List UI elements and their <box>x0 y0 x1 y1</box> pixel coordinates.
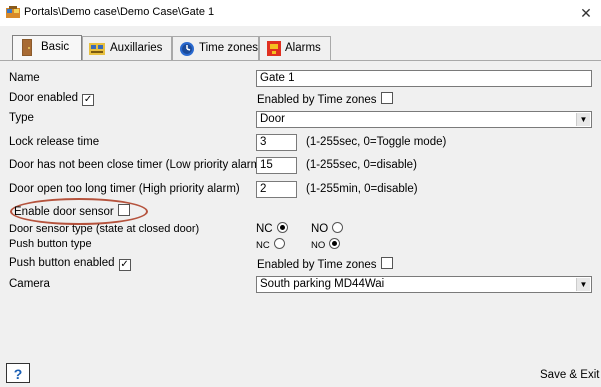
lock-release-hint: (1-255sec, 0=Toggle mode) <box>306 136 447 148</box>
tab-label: Alarms <box>285 42 321 54</box>
door-enabled-label: Door enabled <box>9 92 79 104</box>
door-close-timer-input[interactable]: 15 <box>256 157 297 174</box>
door-open-timer-label: Door open too long timer (High priority … <box>9 183 240 195</box>
chevron-down-icon[interactable]: ▼ <box>576 113 590 126</box>
sensor-type-nc[interactable]: NC <box>256 222 288 235</box>
lock-release-input[interactable]: 3 <box>256 134 297 151</box>
auxillaries-icon <box>89 43 105 55</box>
alarm-icon <box>267 41 281 56</box>
tab-auxillaries[interactable]: Auxillaries <box>82 36 172 60</box>
clock-icon <box>180 42 194 56</box>
tab-time-zones[interactable]: Time zones <box>172 36 259 60</box>
door-enabled-checkbox[interactable]: ✓ <box>82 94 95 106</box>
tab-basic[interactable]: Basic <box>12 35 82 61</box>
enabled-by-tz-checkbox[interactable] <box>380 92 393 104</box>
door-icon <box>22 39 32 56</box>
sensor-nc-label: NC <box>256 223 273 235</box>
door-sensor-row: Enable door sensor <box>14 204 130 218</box>
door-close-timer-label: Door has not been close timer (Low prior… <box>9 159 265 171</box>
push-no-radio[interactable] <box>329 238 341 249</box>
enabled-by-tz-row: Enabled by Time zones <box>257 92 393 106</box>
door-close-timer-hint: (1-255sec, 0=disable) <box>306 159 417 171</box>
type-value: Door <box>260 113 285 125</box>
window-title: Portals\Demo case\Demo Case\Gate 1 <box>24 6 215 18</box>
main-panel: Basic Auxillaries Time zones Alarms Name… <box>0 26 601 387</box>
door-open-timer-hint: (1-255min, 0=disable) <box>306 183 418 195</box>
push-nc-radio[interactable] <box>273 238 285 249</box>
push-type-no[interactable]: NO <box>311 238 341 251</box>
push-enabled-by-tz-row: Enabled by Time zones <box>257 257 393 271</box>
push-no-label: NO <box>311 240 326 251</box>
name-label: Name <box>9 72 40 84</box>
sensor-type-no[interactable]: NO <box>311 222 344 235</box>
push-enabled-by-tz-label: Enabled by Time zones <box>257 259 377 271</box>
app-icon <box>6 6 20 18</box>
tab-alarms[interactable]: Alarms <box>259 36 331 60</box>
push-enabled-label: Push button enabled <box>9 257 115 269</box>
camera-label: Camera <box>9 278 50 290</box>
title-bar: Portals\Demo case\Demo Case\Gate 1 ✕ <box>0 0 601 26</box>
push-enabled-checkbox[interactable]: ✓ <box>118 259 131 271</box>
door-enabled-row: Door enabled ✓ <box>9 92 95 106</box>
enabled-by-tz-label: Enabled by Time zones <box>257 94 377 106</box>
push-enabled-by-tz-checkbox[interactable] <box>380 257 393 269</box>
lock-release-label: Lock release time <box>9 136 100 148</box>
camera-select[interactable]: South parking MD44Wai ▼ <box>256 276 592 293</box>
push-enabled-row: Push button enabled ✓ <box>9 257 131 271</box>
sensor-type-label: Door sensor type (state at closed door) <box>9 223 200 235</box>
name-input[interactable]: Gate 1 <box>256 70 592 87</box>
push-nc-label: NC <box>256 240 270 251</box>
help-button[interactable]: ? <box>6 363 30 383</box>
save-exit-button[interactable]: Save & Exit <box>540 369 599 381</box>
tab-label: Time zones <box>199 42 259 54</box>
tab-label: Auxillaries <box>110 42 163 54</box>
push-type-nc[interactable]: NC <box>256 238 285 251</box>
close-button[interactable]: ✕ <box>574 2 598 24</box>
sensor-no-radio[interactable] <box>332 222 344 233</box>
camera-value: South parking MD44Wai <box>260 278 385 290</box>
tab-label: Basic <box>41 41 70 53</box>
door-sensor-label: Enable door sensor <box>14 206 114 218</box>
sensor-no-label: NO <box>311 223 329 235</box>
chevron-down-icon[interactable]: ▼ <box>576 278 590 291</box>
sensor-nc-radio[interactable] <box>276 222 288 233</box>
type-select[interactable]: Door ▼ <box>256 111 592 128</box>
type-label: Type <box>9 112 34 124</box>
door-open-timer-input[interactable]: 2 <box>256 181 297 198</box>
door-sensor-checkbox[interactable] <box>117 204 130 216</box>
push-type-label: Push button type <box>9 238 92 250</box>
tab-strip-border <box>0 60 601 61</box>
